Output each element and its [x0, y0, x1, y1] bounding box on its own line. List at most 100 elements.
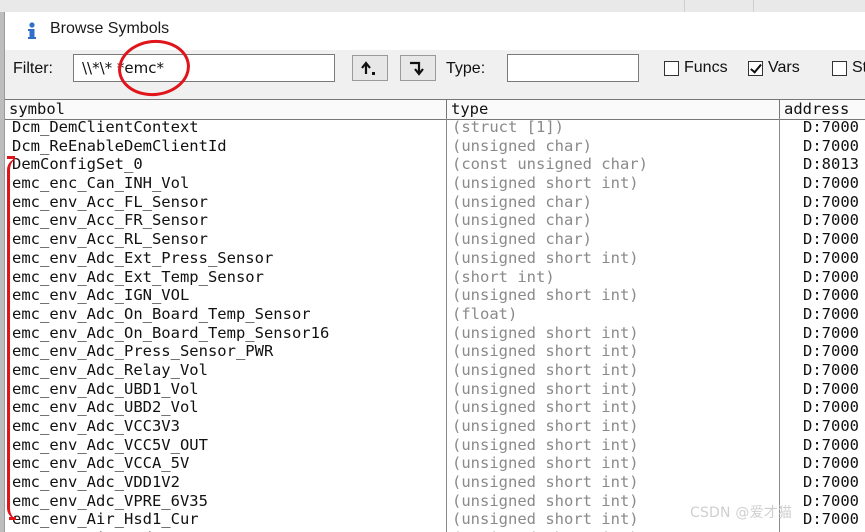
table-row[interactable]: emc_env_Adc_UBD1_Vol (unsigned short int)… [5, 380, 865, 399]
table-row[interactable]: emc_env_Adc_Ext_Press_Sensor (unsigned sh… [5, 249, 865, 268]
type-cell: (short int) [452, 267, 555, 286]
table-row[interactable]: Dcm_ReEnableDemClientId (unsigned char) D:… [5, 137, 865, 156]
type-cell: (unsigned short int) [452, 379, 639, 398]
type-input[interactable] [507, 54, 639, 82]
symbol-cell: emc_env_Adc_UBD2_Vol [12, 398, 199, 417]
column-header-type[interactable]: type [446, 100, 779, 119]
symbol-cell: emc_env_Adc_On_Board_Temp_Sensor16 [12, 323, 330, 342]
move-down-button[interactable] [400, 55, 436, 81]
list-header: symbol type address [5, 99, 865, 120]
address-cell: D:7000 [803, 473, 859, 492]
table-row[interactable]: emc_env_Adc_VCC5V_OUT (unsigned short int… [5, 436, 865, 455]
address-cell: D:7000 [803, 304, 859, 323]
move-up-button[interactable] [352, 55, 388, 81]
symbol-cell: emc_env_Adc_Relay_Vol [12, 360, 208, 379]
address-cell: D:7000 [803, 454, 859, 473]
address-cell: D:7000 [803, 379, 859, 398]
window-title: Browse Symbols [50, 20, 170, 37]
symbol-cell: emc_enc_Can_INH_Vol [12, 174, 190, 193]
symbol-cell: Dcm_ReEnableDemClientId [12, 136, 227, 155]
address-cell: D:7000 [803, 248, 859, 267]
type-cell: (unsigned char) [452, 192, 592, 211]
type-cell: (unsigned short int) [452, 174, 639, 193]
vars-label: Vars [768, 59, 800, 76]
third-checkbox[interactable] [832, 61, 847, 76]
column-header-symbol[interactable]: symbol [5, 100, 446, 119]
symbol-cell: emc_env_Adc_VCC3V3 [12, 417, 180, 435]
symbol-list[interactable]: symbol type address Dcm_DemClientContext… [5, 99, 865, 532]
address-cell: D:7000 [803, 360, 859, 379]
symbol-cell: emc_env_Adc_VDD1V2 [12, 473, 180, 492]
symbol-cell: emc_env_Adc_Ext_Temp_Sensor [12, 267, 264, 286]
type-cell: (unsigned short int) [452, 323, 639, 342]
table-row[interactable]: emc_env_Adc_VCC3V3 (unsigned short int) D:… [5, 417, 865, 436]
symbol-cell: emc_env_Acc_RL_Sensor [12, 230, 208, 249]
table-row[interactable]: emc_env_Adc_On_Board_Temp_Sensor16 (unsig… [5, 324, 865, 343]
address-cell: D:7000 [803, 136, 859, 155]
column-header-address[interactable]: address [779, 100, 865, 119]
symbol-cell: emc_env_Adc_VCCA_5V [12, 454, 190, 473]
type-cell: (unsigned short int) [452, 510, 639, 529]
symbol-cell: emc_env_Adc_UBD1_Vol [12, 379, 199, 398]
list-rows: Dcm_DemClientContext (struct [1]) D:7000 Dc… [5, 118, 865, 532]
symbol-cell: DemConfigSet_0 [12, 155, 143, 174]
type-cell: (unsigned char) [452, 136, 592, 155]
type-cell: (unsigned short int) [452, 248, 639, 267]
vars-checkbox[interactable] [748, 61, 763, 76]
table-row[interactable]: Dcm_DemClientContext (struct [1]) D:7000 [5, 118, 865, 137]
type-cell: (const unsigned char) [452, 155, 648, 174]
address-cell: D:7000 [803, 174, 859, 193]
table-row[interactable]: emc_env_Acc_RL_Sensor (unsigned char) D:70… [5, 230, 865, 249]
table-row[interactable]: emc_env_Adc_Relay_Vol (unsigned short int… [5, 361, 865, 380]
symbol-cell: emc_env_Adc_On_Board_Temp_Sensor [12, 304, 311, 323]
funcs-checkbox[interactable] [664, 61, 679, 76]
address-cell: D:7000 [803, 510, 859, 529]
annotation-bracket [7, 156, 23, 520]
table-row[interactable]: emc_env_Adc_On_Board_Temp_Sensor (float) D… [5, 305, 865, 324]
address-cell: D:7000 [803, 398, 859, 417]
table-row[interactable]: emc_env_Adc_Press_Sensor_PWR (unsigned sh… [5, 342, 865, 361]
type-cell: (unsigned char) [452, 211, 592, 230]
symbol-cell: emc_env_Acc_FR_Sensor [12, 211, 208, 230]
type-cell: (unsigned short int) [452, 417, 639, 435]
type-cell: (unsigned short int) [452, 398, 639, 417]
type-cell: (unsigned short int) [452, 473, 639, 492]
type-label: Type: [446, 60, 486, 77]
type-cell: (unsigned short int) [452, 454, 639, 473]
table-row[interactable]: DemConfigSet_0 (const unsigned char) D:801… [5, 155, 865, 174]
table-row[interactable]: emc_env_Adc_VCCA_5V (unsigned short int) D… [5, 454, 865, 473]
table-row[interactable]: emc_env_Adc_UBD2_Vol (unsigned short int)… [5, 398, 865, 417]
type-cell: (unsigned char) [452, 230, 592, 249]
symbol-cell: emc_env_Acc_FL_Sensor [12, 192, 208, 211]
background-window-buttons [684, 0, 865, 12]
arrow-down-icon [410, 61, 424, 76]
type-cell: (float) [452, 304, 518, 323]
symbol-cell: Dcm_DemClientContext [12, 118, 199, 136]
third-checkbox-label: St [852, 59, 865, 76]
filter-label: Filter: [13, 60, 53, 77]
symbol-cell: emc_env_Adc_Press_Sensor_PWR [12, 342, 274, 361]
table-row[interactable]: emc_env_Adc_VDD1V2 (unsigned short int) D:… [5, 473, 865, 492]
table-row[interactable]: emc_env_Adc_IGN_VOL (unsigned short int) D… [5, 286, 865, 305]
type-cell: (struct [1]) [452, 118, 564, 136]
watermark: CSDN @爱才猫 [690, 505, 793, 521]
filter-input[interactable]: \\*\* *emc* [73, 54, 335, 82]
address-cell: D:7000 [803, 230, 859, 249]
table-row[interactable]: emc_env_Acc_FL_Sensor (unsigned char) D:70… [5, 193, 865, 212]
arrow-up-icon [361, 61, 375, 75]
table-row[interactable]: emc_env_Acc_FR_Sensor (unsigned char) D:70… [5, 211, 865, 230]
address-cell: D:7000 [803, 118, 859, 136]
type-cell: (unsigned short int) [452, 435, 639, 454]
address-cell: D:7000 [803, 491, 859, 510]
type-cell: (unsigned short int) [452, 342, 639, 361]
info-person-icon [28, 22, 36, 39]
symbol-cell: emc_env_Adc_Ext_Press_Sensor [12, 248, 274, 267]
symbol-cell: emc_env_Adc_VPRE_6V35 [12, 491, 208, 510]
address-cell: D:7000 [803, 192, 859, 211]
table-row[interactable]: emc_enc_Can_INH_Vol (unsigned short int) D… [5, 174, 865, 193]
address-cell: D:7000 [803, 211, 859, 230]
address-cell: D:7000 [803, 286, 859, 305]
address-cell: D:7000 [803, 323, 859, 342]
table-row[interactable]: emc_env_Adc_Ext_Temp_Sensor (short int) D:… [5, 268, 865, 287]
address-cell: D:8013 [803, 155, 859, 174]
